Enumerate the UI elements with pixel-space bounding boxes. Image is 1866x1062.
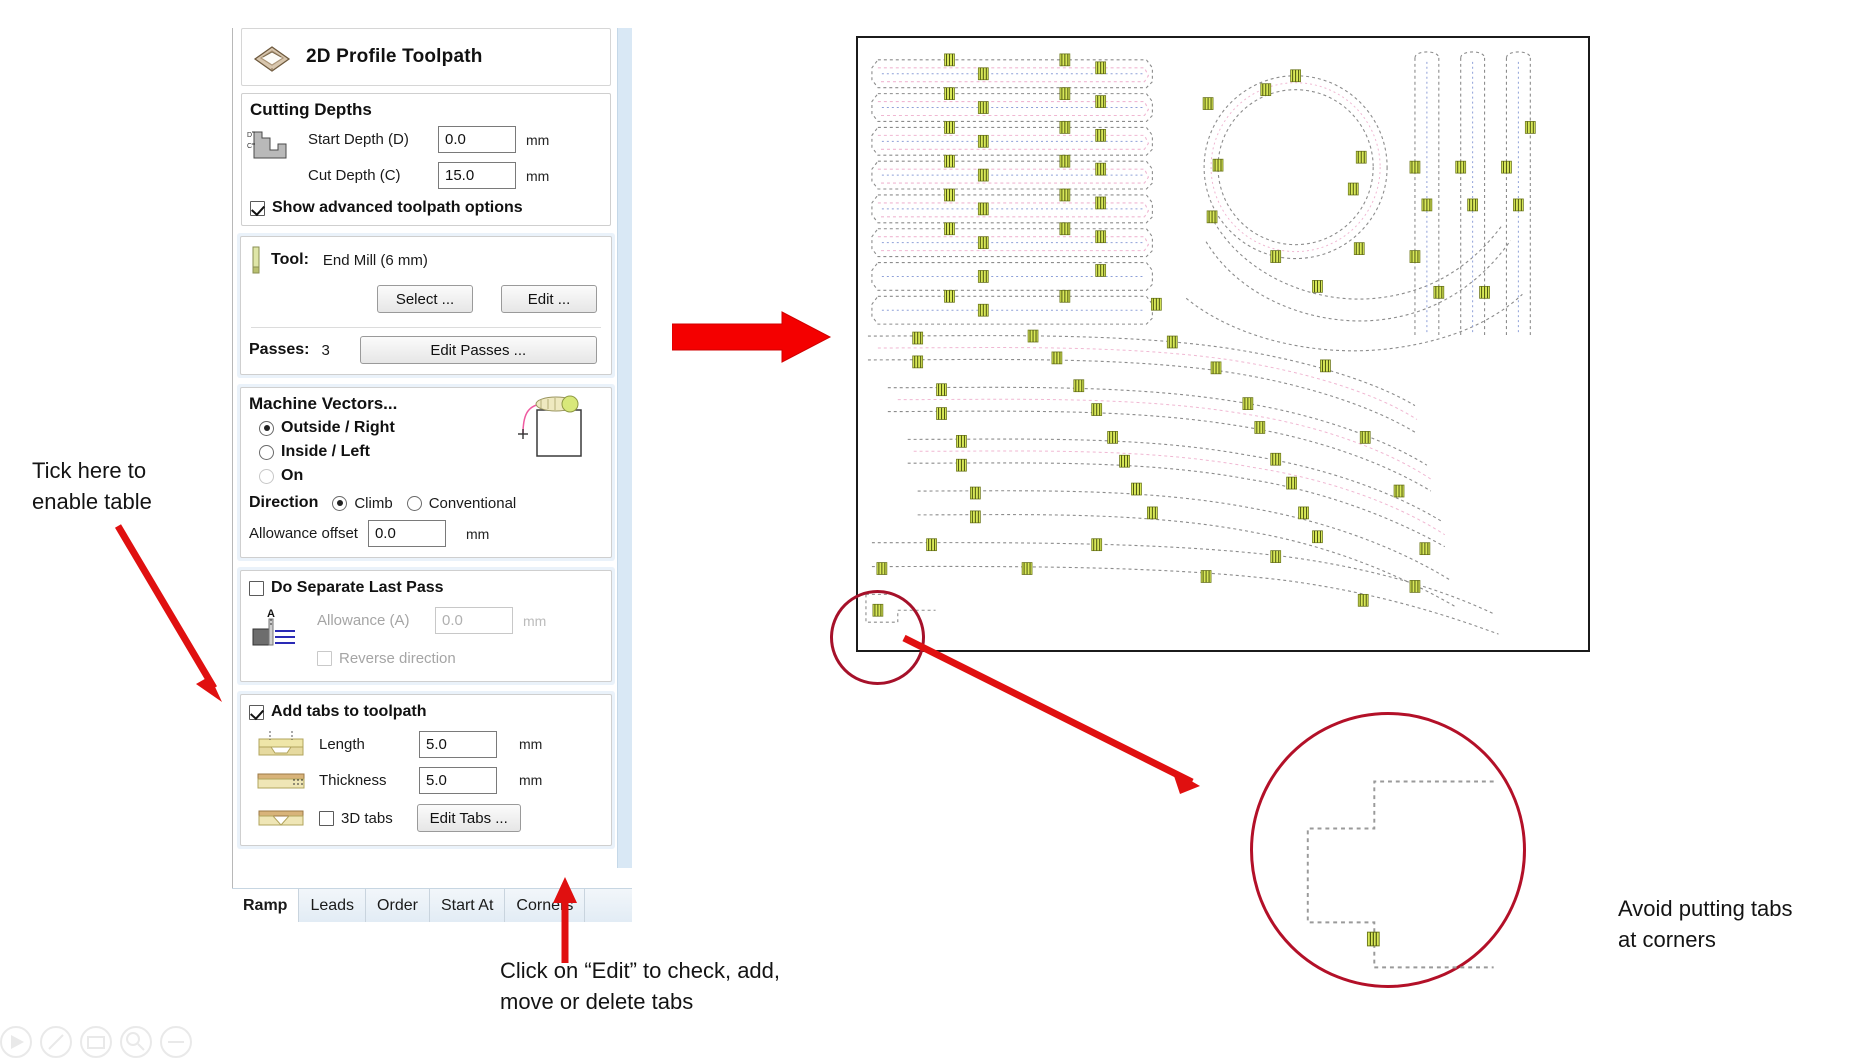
tab-thickness-icon [255,765,307,795]
page-title: 2D Profile Toolpath [306,46,483,67]
cut-depth-label: Cut Depth (C) [308,167,401,184]
tool-label: Tool: [271,251,309,268]
tab-leads[interactable]: Leads [299,889,367,922]
last-pass-group-outer: Do Separate Last Pass A Allowance (A) 0.… [237,567,615,685]
tab-length-label: Length [319,735,365,753]
panel-title-group: 2D Profile Toolpath [241,28,611,86]
tool-name: End Mill (6 mm) [322,251,428,269]
arrow-to-add-tabs-checkbox-icon [114,524,222,702]
checkbox-box [250,200,265,216]
allowance-label: Allowance (A) [317,612,410,629]
3d-tabs-checkbox[interactable]: 3D tabs [319,810,393,827]
tabs-group-outer: Add tabs to toolpath Length 5.0 mm Thick… [237,691,615,849]
tab-length-input[interactable]: 5.0 [419,730,497,758]
option-label: Outside / Right [281,419,395,436]
start-depth-unit: mm [526,131,550,148]
passes-value: 3 [321,341,330,359]
tab-thickness-unit: mm [519,772,543,788]
tab-length-unit: mm [519,736,543,752]
start-depth-label: Start Depth (D) [308,131,409,148]
machine-vectors-heading: Machine Vectors... [249,394,398,413]
checkbox-box [317,651,332,666]
cut-depth-unit: mm [526,167,550,184]
last-pass-diagram-icon: A [247,605,301,647]
allowance-offset-unit: mm [465,525,490,542]
panel-scrollbar[interactable] [617,28,632,868]
annotation-avoid-corners: Avoid putting tabs at corners [1618,896,1793,953]
allowance-unit: mm [523,612,547,629]
tab-length-icon [255,729,307,759]
svg-text:A: A [267,608,275,620]
arrow-detail-to-zoom-icon [902,634,1200,794]
tab-thickness-input[interactable]: 5.0 [419,766,497,794]
annotation-enable-tabs: Tick here to enable table [32,458,152,515]
direction-option-climb[interactable]: Climb [332,494,393,512]
reverse-direction-checkbox[interactable]: Reverse direction [301,646,603,671]
bottom-toolbar[interactable] [0,1020,260,1062]
select-tool-button[interactable]: Select ... [377,285,473,313]
machine-vector-option-on[interactable]: On [241,464,501,488]
show-advanced-toolpath-options-checkbox[interactable]: Show advanced toolpath options [242,191,610,225]
toolpath-preview-canvas[interactable] [856,36,1590,652]
machine-vector-option-inside-left[interactable]: Inside / Left [241,440,501,464]
machine-vectors-group-outer: Machine Vectors... Outside / Right Insid… [237,384,615,561]
option-label: Conventional [428,494,517,512]
edit-passes-button[interactable]: Edit Passes ... [359,336,597,364]
last-pass-heading: Do Separate Last Pass [271,579,444,596]
arrow-panel-to-preview-icon [672,311,832,363]
option-label: Inside / Left [281,443,370,460]
depth-diagram-icon: D C [246,124,290,166]
tab-ramp[interactable]: Ramp [232,889,300,922]
allowance-input[interactable]: 0.0 [435,607,513,634]
screenshot-root: 2D Profile Toolpath Cutting Depths D C S… [0,0,1866,1062]
end-mill-icon [249,245,263,275]
option-label: Climb [354,494,393,512]
machine-vector-preview-icon [501,394,601,474]
radio-dot [259,420,274,436]
option-label: On [281,467,304,484]
start-depth-input[interactable]: 0.0 [438,126,516,153]
tab-3d-icon [255,803,307,833]
radio-dot [332,495,348,511]
edit-tool-button[interactable]: Edit ... [501,285,597,313]
add-tabs-heading: Add tabs to toolpath [271,703,427,720]
corner-detail-vectors [1306,780,1494,969]
toolpath-vectors [865,51,1536,635]
checkbox-box [249,580,264,596]
tab-start-at[interactable]: Start At [430,889,506,922]
tool-group-outer: Tool: End Mill (6 mm) Select ... Edit ..… [237,233,615,378]
machine-vector-option-outside-right[interactable]: Outside / Right [241,416,501,440]
allowance-offset-input[interactable]: 0.0 [367,520,446,547]
allowance-offset-label: Allowance offset [249,525,358,542]
show-advanced-label: Show advanced toolpath options [272,199,523,216]
do-separate-last-pass-checkbox[interactable]: Do Separate Last Pass [241,571,611,601]
direction-option-conventional[interactable]: Conventional [406,494,517,512]
machine-vectors-group: Machine Vectors... Outside / Right Insid… [240,387,612,558]
cut-depth-input[interactable]: 15.0 [438,162,516,189]
zoom-icon [120,1026,152,1058]
svg-text:C: C [247,143,252,150]
add-tabs-to-toolpath-checkbox[interactable]: Add tabs to toolpath [241,695,611,725]
printer-icon [80,1026,112,1058]
passes-label: Passes: [249,341,310,358]
radio-dot [406,495,422,511]
reverse-direction-label: Reverse direction [339,650,456,667]
arrow-to-edit-tabs-button-icon [553,877,577,963]
last-pass-group: Do Separate Last Pass A Allowance (A) 0.… [240,570,612,682]
checkbox-box [319,810,334,826]
add-tabs-group: Add tabs to toolpath Length 5.0 mm Thick… [240,694,612,846]
cutting-depths-heading: Cutting Depths [250,100,372,119]
edit-tabs-button[interactable]: Edit Tabs ... [416,804,521,832]
tool-group: Tool: End Mill (6 mm) Select ... Edit ..… [240,236,612,375]
cutting-depths-group: Cutting Depths D C Start Depth (D) 0.0 m… [241,93,611,226]
corner-detail-zoom-circle [1250,712,1526,988]
checkbox-box [249,704,264,720]
3d-tabs-label: 3D tabs [341,809,393,827]
toolpath-properties-panel: 2D Profile Toolpath Cutting Depths D C S… [232,28,632,888]
profile-toolpath-icon [252,37,292,77]
tab-order[interactable]: Order [366,889,430,922]
tab-thickness-label: Thickness [319,771,387,789]
svg-text:D: D [247,132,252,139]
